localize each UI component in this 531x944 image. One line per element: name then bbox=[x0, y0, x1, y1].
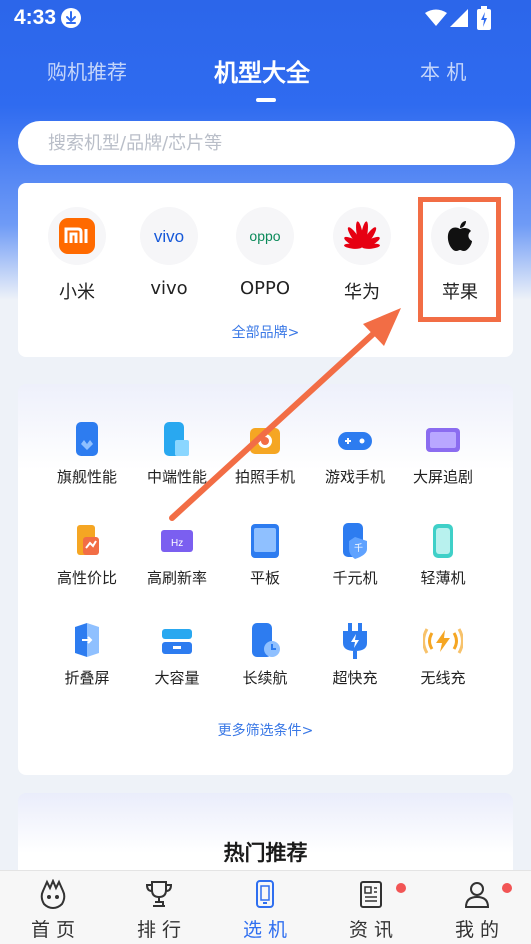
camera-phone-icon bbox=[245, 420, 285, 460]
filter-label: 轻薄机 bbox=[420, 569, 466, 587]
flagship-phone-icon bbox=[67, 420, 107, 460]
filter-big-screen[interactable]: 大屏追剧 bbox=[398, 420, 488, 500]
storage-icon bbox=[157, 621, 197, 661]
svg-text:千: 千 bbox=[354, 543, 363, 554]
filter-wireless-charge[interactable]: 无线充 bbox=[398, 621, 488, 701]
filter-camera[interactable]: 拍照手机 bbox=[220, 420, 310, 500]
more-filters-link[interactable]: 更多筛选条件> bbox=[18, 720, 513, 740]
home-icon bbox=[38, 879, 68, 909]
filter-label: 高性价比 bbox=[56, 569, 117, 587]
news-notification-badge bbox=[396, 883, 406, 893]
nav-home[interactable]: 首页 bbox=[0, 871, 106, 944]
oppo-logo-icon: oppo bbox=[236, 207, 294, 265]
big-screen-icon bbox=[423, 420, 463, 460]
annotation-highlight-box bbox=[418, 197, 501, 322]
huawei-logo-icon bbox=[333, 207, 391, 265]
wifi-icon bbox=[425, 9, 447, 31]
filter-thin[interactable]: 轻薄机 bbox=[398, 521, 488, 601]
filter-midrange[interactable]: 中端性能 bbox=[132, 420, 222, 500]
filter-label: 平板 bbox=[249, 569, 280, 587]
gamepad-icon bbox=[335, 420, 375, 460]
filter-budget[interactable]: 千 千元机 bbox=[310, 521, 400, 601]
midrange-phone-icon bbox=[157, 420, 197, 460]
foldable-icon bbox=[67, 621, 107, 661]
brand-name: vivo bbox=[150, 278, 188, 299]
brand-name: 小米 bbox=[59, 282, 95, 303]
value-icon bbox=[67, 521, 107, 561]
nav-label: 首页 bbox=[30, 919, 81, 941]
filter-label: 折叠屏 bbox=[64, 669, 110, 687]
filter-storage[interactable]: 大容量 bbox=[132, 621, 222, 701]
wireless-charge-icon bbox=[423, 621, 463, 661]
brand-huawei[interactable]: 华为 bbox=[322, 207, 402, 317]
news-icon bbox=[356, 879, 386, 909]
hot-recommend-title: 热门推荐 bbox=[223, 841, 308, 865]
filter-label: 千元机 bbox=[332, 569, 378, 587]
status-bar: 4:33 bbox=[0, 0, 531, 36]
filter-fast-charge[interactable]: 超快充 bbox=[310, 621, 400, 701]
profile-notification-badge bbox=[502, 883, 512, 893]
all-brands-link[interactable]: 全部品牌> bbox=[18, 322, 513, 342]
battery-life-icon bbox=[245, 621, 285, 661]
nav-news[interactable]: 资讯 bbox=[318, 871, 424, 944]
status-time: 4:33 bbox=[14, 6, 57, 29]
trophy-icon bbox=[144, 879, 174, 909]
tab-purchase-recommend[interactable]: 购机推荐 bbox=[47, 56, 127, 85]
tablet-icon bbox=[245, 521, 285, 561]
brand-name: OPPO bbox=[239, 278, 291, 299]
filter-label: 大屏追剧 bbox=[412, 468, 473, 486]
profile-icon bbox=[462, 879, 492, 909]
filter-tablet[interactable]: 平板 bbox=[220, 521, 310, 601]
active-tab-indicator bbox=[256, 98, 276, 102]
fast-charge-icon bbox=[335, 621, 375, 661]
filter-card: 旗舰性能 中端性能 拍照手机 游戏手机 大屏追剧 高性价比 Hz 高刷新率 平板… bbox=[18, 384, 513, 775]
phone-select-icon bbox=[250, 879, 280, 909]
budget-phone-icon: 千 bbox=[335, 521, 375, 561]
filter-flagship[interactable]: 旗舰性能 bbox=[42, 420, 132, 500]
tab-this-device[interactable]: 本 机 bbox=[420, 56, 466, 85]
filter-value[interactable]: 高性价比 bbox=[42, 521, 132, 601]
brand-xiaomi[interactable]: 小米 bbox=[37, 207, 117, 317]
svg-text:vivo: vivo bbox=[154, 227, 184, 246]
search-bar bbox=[18, 121, 515, 165]
nav-profile[interactable]: 我的 bbox=[424, 871, 530, 944]
filter-label: 旗舰性能 bbox=[56, 468, 117, 486]
filter-foldable[interactable]: 折叠屏 bbox=[42, 621, 132, 701]
nav-label: 选机 bbox=[242, 919, 293, 941]
brand-vivo[interactable]: vivo vivo bbox=[129, 207, 209, 317]
nav-ranking[interactable]: 排行 bbox=[106, 871, 212, 944]
nav-label: 我的 bbox=[454, 919, 505, 941]
battery-icon bbox=[477, 6, 491, 34]
tab-model-catalog[interactable]: 机型大全 bbox=[214, 53, 310, 88]
filter-gaming[interactable]: 游戏手机 bbox=[310, 420, 400, 500]
filter-label: 大容量 bbox=[154, 669, 200, 687]
filter-label: 中端性能 bbox=[146, 468, 207, 486]
filter-label: 长续航 bbox=[242, 669, 288, 687]
filter-label: 拍照手机 bbox=[234, 468, 295, 486]
nav-select-phone[interactable]: 选机 bbox=[212, 871, 318, 944]
nav-label: 资讯 bbox=[348, 919, 399, 941]
filter-label: 游戏手机 bbox=[324, 468, 385, 486]
top-tabs: 购机推荐 机型大全 本 机 bbox=[0, 56, 531, 106]
bottom-navigation: 首页 排行 选机 资讯 我的 bbox=[0, 870, 531, 944]
filter-label: 高刷新率 bbox=[146, 569, 207, 587]
download-icon bbox=[61, 8, 81, 28]
svg-text:oppo: oppo bbox=[249, 228, 280, 244]
filter-label: 超快充 bbox=[332, 669, 378, 687]
brand-name: 华为 bbox=[344, 282, 380, 303]
filter-refresh-rate[interactable]: Hz 高刷新率 bbox=[132, 521, 222, 601]
filter-battery-life[interactable]: 长续航 bbox=[220, 621, 310, 701]
signal-icon bbox=[450, 9, 468, 31]
nav-label: 排行 bbox=[136, 919, 187, 941]
brand-oppo[interactable]: oppo OPPO bbox=[225, 207, 305, 317]
svg-text:Hz: Hz bbox=[171, 538, 183, 549]
xiaomi-logo-icon bbox=[48, 207, 106, 265]
search-input[interactable] bbox=[18, 121, 515, 165]
thin-phone-icon bbox=[423, 521, 463, 561]
refresh-rate-icon: Hz bbox=[157, 521, 197, 561]
vivo-logo-icon: vivo bbox=[140, 207, 198, 265]
filter-label: 无线充 bbox=[420, 669, 466, 687]
